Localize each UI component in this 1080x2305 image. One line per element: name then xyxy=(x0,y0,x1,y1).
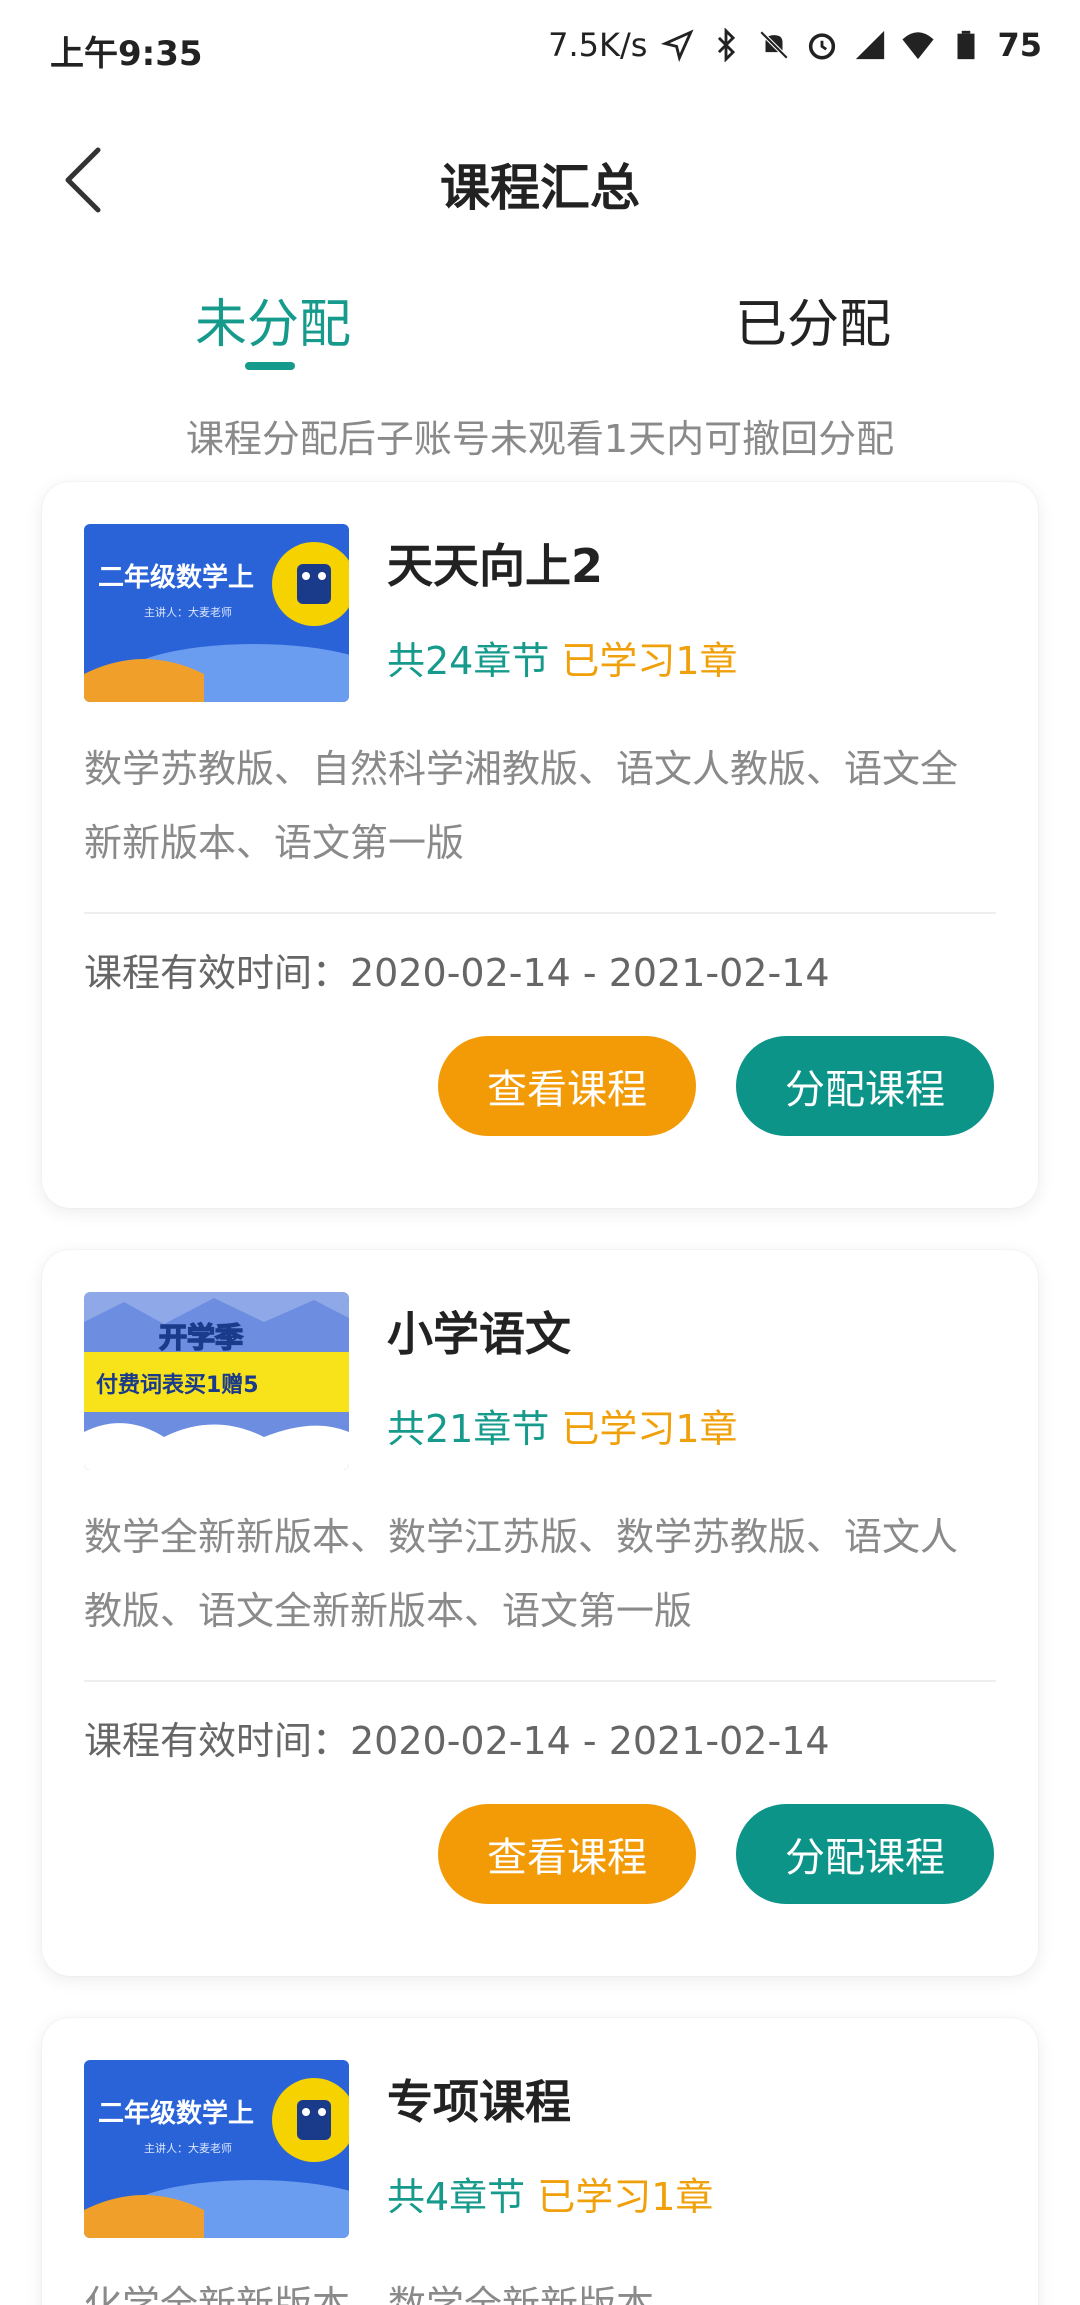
assign-course-button[interactable]: 分配课程 xyxy=(736,1804,994,1904)
course-thumbnail[interactable]: 二年级数学上 主讲人：大麦老师 xyxy=(84,524,349,702)
tab-assigned[interactable]: 已分配 xyxy=(735,282,891,357)
network-speed: 7.5K/s xyxy=(548,26,648,64)
page-title: 课程汇总 xyxy=(440,159,640,217)
location-icon xyxy=(661,29,695,62)
thumb-title: 开学季 xyxy=(159,1321,243,1354)
tab-bar: 未分配 已分配 xyxy=(0,270,1080,380)
learned-count: 已学习1章 xyxy=(561,1407,738,1451)
status-time: 上午9:35 xyxy=(50,34,203,74)
divider xyxy=(84,912,996,914)
tab-unassigned[interactable]: 未分配 xyxy=(195,282,351,357)
chapter-count: 共21章节 xyxy=(387,1407,550,1451)
mute-icon xyxy=(760,30,789,60)
thumb-title: 二年级数学上 xyxy=(98,2098,254,2129)
thumb-subtitle: 主讲人：大麦老师 xyxy=(144,605,232,619)
status-icons: 7.5K/s 75 xyxy=(548,26,1042,64)
course-description: 数学苏教版、自然科学湘教版、语文人教版、语文全新新版本、语文第一版 xyxy=(84,747,959,865)
course-title: 天天向上2 xyxy=(387,539,604,593)
alarm-icon xyxy=(809,33,836,60)
course-card: 二年级数学上 主讲人：大麦老师 天天向上2 共24章节 已学习1章 数学苏教版、自… xyxy=(42,482,1038,1208)
course-meta: 共4章节 已学习1章 xyxy=(387,2166,713,2221)
thumb-subtitle: 付费词表买1赠5 xyxy=(96,1372,259,1398)
course-title: 专项课程 xyxy=(387,2075,571,2129)
status-bar: 上午9:35 7.5K/s 75 xyxy=(0,0,1080,96)
battery-level: 75 xyxy=(997,26,1042,64)
wifi-icon xyxy=(902,32,935,60)
assign-course-button[interactable]: 分配课程 xyxy=(736,1036,994,1136)
battery-icon xyxy=(957,30,975,60)
valid-period: 课程有效时间：2020-02-14 - 2021-02-14 xyxy=(84,1719,830,1763)
divider xyxy=(84,1680,996,1682)
learned-count: 已学习1章 xyxy=(561,639,738,683)
course-card: 开学季 付费词表买1赠5 小学语文 共21章节 已学习1章 数学全新新版本、数学江… xyxy=(42,1250,1038,1976)
course-title: 小学语文 xyxy=(387,1307,571,1361)
assign-tip: 课程分配后子账号未观看1天内可撤回分配 xyxy=(185,417,895,461)
course-meta: 共24章节 已学习1章 xyxy=(387,630,738,685)
view-course-button[interactable]: 查看课程 xyxy=(438,1036,696,1136)
signal-icon xyxy=(856,30,885,60)
course-meta: 共21章节 已学习1章 xyxy=(387,1398,738,1453)
valid-period: 课程有效时间：2020-02-14 - 2021-02-14 xyxy=(84,951,830,995)
bluetooth-icon xyxy=(718,28,736,62)
thumb-subtitle: 主讲人：大麦老师 xyxy=(144,2141,232,2155)
chapter-count: 共4章节 xyxy=(387,2175,526,2219)
thumb-title: 二年级数学上 xyxy=(98,562,254,593)
nav-bar: 课程汇总 xyxy=(0,120,1080,240)
course-thumbnail[interactable]: 二年级数学上 主讲人：大麦老师 xyxy=(84,2060,349,2238)
course-thumbnail[interactable]: 开学季 付费词表买1赠5 xyxy=(84,1292,349,1470)
tab-indicator xyxy=(245,362,295,370)
view-course-button[interactable]: 查看课程 xyxy=(438,1804,696,1904)
chapter-count: 共24章节 xyxy=(387,639,550,683)
course-description: 数学全新新版本、数学江苏版、数学苏教版、语文人教版、语文全新新版本、语文第一版 xyxy=(84,1515,959,1633)
course-card: 二年级数学上 主讲人：大麦老师 专项课程 共4章节 已学习1章 化学全新新版本、数… xyxy=(42,2018,1038,2305)
learned-count: 已学习1章 xyxy=(537,2175,714,2219)
course-description: 化学全新新版本、数学全新新版本 xyxy=(84,2283,655,2305)
